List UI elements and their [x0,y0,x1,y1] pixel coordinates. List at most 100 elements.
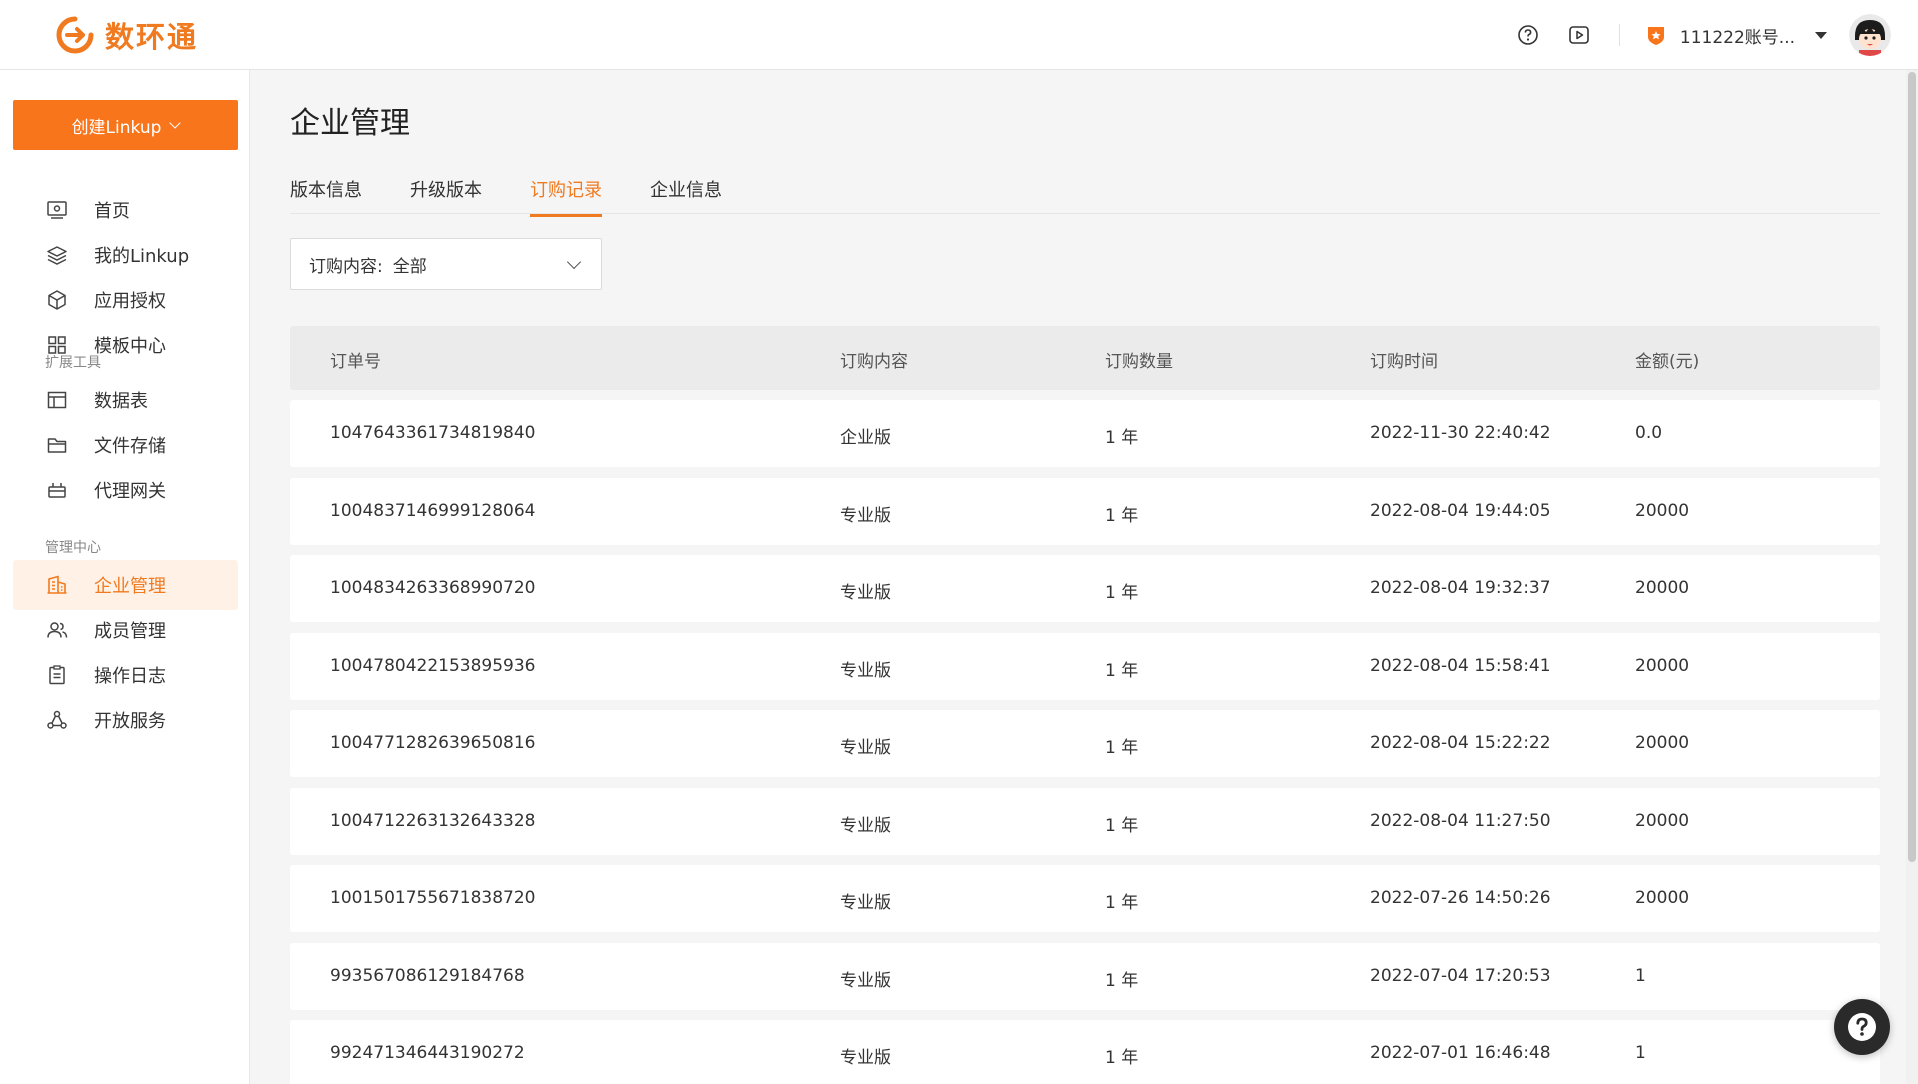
page-title: 企业管理 [290,106,410,141]
sidebar-item-label: 开放服务 [94,711,166,732]
sidebar: 创建Linkup 首页 我的Linkup 应用授权 模板中心 扩展工具 数据表 [0,70,250,1084]
video-tutorial-icon[interactable] [1568,24,1590,46]
cell-content: 专业版 [840,971,891,991]
help-icon[interactable] [1517,24,1539,46]
gateway-icon [45,478,69,502]
scrollbar-thumb[interactable] [1908,72,1916,862]
divider [1618,24,1620,46]
sidebar-item-label: 文件存储 [94,436,166,457]
cell-time: 2022-07-26 14:50:26 [1370,888,1551,908]
column-header-content: 订购内容 [840,352,908,372]
account-switcher[interactable]: 111222账号... [1645,23,1827,48]
sidebar-item-label: 数据表 [94,391,148,412]
cell-time: 2022-08-04 19:32:37 [1370,578,1551,598]
table-row: 1001501755671838720 专业版 1 年 2022-07-26 14:5… [290,865,1880,932]
share-icon [45,708,69,732]
sidebar-item-label: 我的Linkup [94,246,190,267]
scrollbar[interactable] [1906,70,1918,1084]
cell-quantity: 1 年 [1105,893,1139,913]
filter-value: 全部 [392,256,427,277]
table-row: 1004837146999128064 专业版 1 年 2022-08-04 19:4… [290,478,1880,545]
column-header-time: 订购时间 [1370,352,1438,372]
sidebar-item-my-linkup[interactable]: 我的Linkup [13,230,238,280]
order-content-filter[interactable]: 订购内容: 全部 [290,238,602,290]
sidebar-item-label: 代理网关 [94,481,166,502]
table-row: 1047643361734819840 企业版 1 年 2022-11-30 22:4… [290,400,1880,467]
sidebar-item-app-auth[interactable]: 应用授权 [13,275,238,325]
cell-time: 2022-11-30 22:40:42 [1370,423,1551,443]
cell-time: 2022-07-04 17:20:53 [1370,966,1551,986]
cell-order-id: 1004712263132643328 [330,811,536,831]
cell-content: 企业版 [840,428,891,448]
table-row: 1004771282639650816 专业版 1 年 2022-08-04 15:2… [290,710,1880,777]
cell-order-id: 992471346443190272 [330,1043,525,1063]
cell-order-id: 1001501755671838720 [330,888,536,908]
sidebar-item-label: 首页 [94,201,130,222]
cell-time: 2022-08-04 15:22:22 [1370,733,1551,753]
sidebar-item-proxy-gateway[interactable]: 代理网关 [13,465,238,515]
cell-quantity: 1 年 [1105,738,1139,758]
logo-text: 数环通 [105,19,199,54]
cell-time: 2022-07-01 16:46:48 [1370,1043,1551,1063]
cell-amount: 1 [1635,966,1646,986]
tab-enterprise-info[interactable]: 企业信息 [650,176,722,214]
cell-amount: 20000 [1635,578,1690,598]
cell-content: 专业版 [840,816,891,836]
table-row: 1004780422153895936 专业版 1 年 2022-08-04 15:5… [290,633,1880,700]
monitor-icon [45,198,69,222]
sidebar-item-home[interactable]: 首页 [13,185,238,235]
cell-amount: 20000 [1635,811,1690,831]
tab-upgrade[interactable]: 升级版本 [410,176,482,214]
vip-badge-icon [1647,27,1664,45]
cell-order-id: 1004771282639650816 [330,733,536,753]
table-header: 订单号 订购内容 订购数量 订购时间 金额(元) [290,326,1880,390]
avatar[interactable] [1849,14,1891,56]
cell-quantity: 1 年 [1105,428,1139,448]
sidebar-item-label: 模板中心 [94,336,166,357]
cell-amount: 20000 [1635,888,1690,908]
cell-order-id: 1004837146999128064 [330,501,536,521]
column-header-quantity: 订购数量 [1105,352,1173,372]
cell-amount: 20000 [1635,656,1690,676]
table-row: 1004712263132643328 专业版 1 年 2022-08-04 11:2… [290,788,1880,855]
sidebar-item-label: 操作日志 [94,666,166,687]
cube-icon [45,288,69,312]
clipboard-icon [45,663,69,687]
sidebar-item-operation-log[interactable]: 操作日志 [13,650,238,700]
top-bar: 数环通 111222账号... [0,0,1918,70]
cell-amount: 1 [1635,1043,1646,1063]
sidebar-item-label: 应用授权 [94,291,166,312]
sidebar-group-tools: 扩展工具 [45,355,101,371]
cell-content: 专业版 [840,661,891,681]
top-right-toolbar: 111222账号... [1488,0,1918,70]
tab-version-info[interactable]: 版本信息 [290,176,362,214]
filter-label: 订购内容: [309,256,383,277]
create-linkup-button[interactable]: 创建Linkup [13,100,238,150]
cell-content: 专业版 [840,583,891,603]
chevron-down-icon [169,117,182,129]
table-icon [45,388,69,412]
cell-time: 2022-08-04 15:58:41 [1370,656,1551,676]
help-float-button[interactable] [1834,999,1890,1055]
tab-bar: 版本信息 升级版本 订购记录 企业信息 [290,172,1880,217]
sidebar-item-open-service[interactable]: 开放服务 [13,695,238,745]
table-row: 1004834263368990720 专业版 1 年 2022-08-04 19:3… [290,555,1880,622]
cell-quantity: 1 年 [1105,971,1139,991]
table-row: 993567086129184768 专业版 1 年 2022-07-04 17:20… [290,943,1880,1010]
cell-amount: 20000 [1635,733,1690,753]
create-linkup-label: 创建Linkup [71,117,162,138]
sidebar-item-label: 成员管理 [94,621,166,642]
tab-order-records[interactable]: 订购记录 [530,176,602,217]
logo[interactable]: 数环通 [55,14,198,56]
sidebar-item-label: 企业管理 [94,576,166,597]
sidebar-item-datatable[interactable]: 数据表 [13,375,238,425]
users-icon [45,618,69,642]
account-name: 111222账号... [1679,27,1795,48]
folder-icon [45,433,69,457]
sidebar-item-members[interactable]: 成员管理 [13,605,238,655]
building-icon [45,573,69,597]
column-header-amount: 金额(元) [1635,352,1700,372]
cell-content: 专业版 [840,1048,891,1068]
sidebar-item-enterprise[interactable]: 企业管理 [13,560,238,610]
sidebar-item-file-storage[interactable]: 文件存储 [13,420,238,470]
